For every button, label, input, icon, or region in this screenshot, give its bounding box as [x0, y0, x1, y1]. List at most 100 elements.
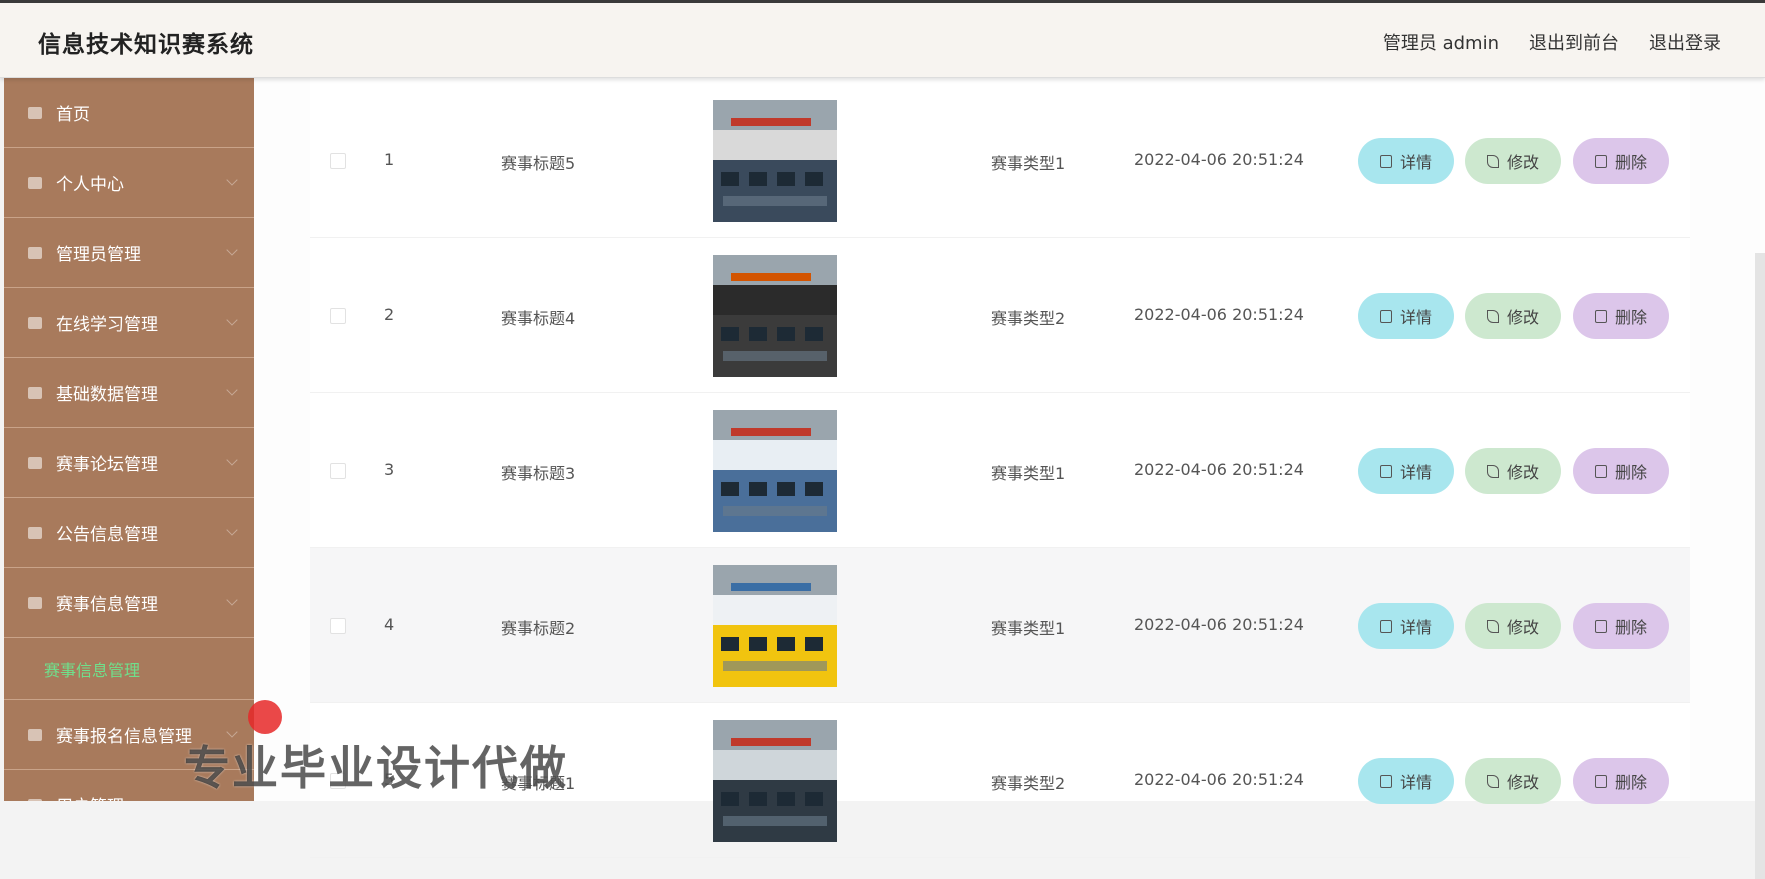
sidebar-item-home[interactable]: 首页	[4, 78, 254, 148]
pencil-icon	[1486, 154, 1499, 168]
row-type: 赛事类型1	[991, 464, 1066, 483]
document-icon	[1379, 619, 1392, 633]
detail-button[interactable]: 详情	[1358, 293, 1454, 339]
chevron-down-icon	[226, 244, 238, 256]
document-icon	[1379, 309, 1392, 323]
scrollbar[interactable]	[1755, 253, 1765, 879]
sidebar-item-label: 首页	[56, 105, 90, 125]
row-title: 赛事标题4	[501, 309, 576, 328]
detail-button-label: 详情	[1399, 308, 1432, 327]
cursor-highlight	[248, 700, 282, 734]
delete-button-label: 删除	[1614, 618, 1647, 637]
delete-button[interactable]: 删除	[1573, 448, 1669, 494]
grid-icon	[26, 315, 44, 331]
bell-icon	[26, 525, 44, 541]
row-title: 赛事标题5	[501, 154, 576, 173]
sidebar: 首页 个人中心 管理员管理 在线学习管理 基础数据管理 赛事论坛管理 公告信息管…	[4, 78, 254, 801]
row-time: 2022-04-06 20:51:24	[1134, 305, 1304, 324]
edit-button[interactable]: 修改	[1465, 603, 1561, 649]
event-thumbnail	[713, 565, 837, 687]
top-bar: 信息技术知识赛系统 管理员 admin 退出到前台 退出登录	[0, 0, 1765, 78]
table-row: 2 赛事标题4 赛事类型2 2022-04-06 20:51:24 详情 修改	[310, 238, 1690, 393]
edit-button-label: 修改	[1506, 618, 1539, 637]
chevron-up-icon	[226, 594, 238, 606]
detail-button[interactable]: 详情	[1358, 758, 1454, 804]
delete-button-label: 删除	[1614, 463, 1647, 482]
data-table: 1 赛事标题5 赛事类型1 2022-04-06 20:51:24 详情 修改	[310, 78, 1690, 858]
pencil-icon	[1486, 619, 1499, 633]
trash-icon	[1594, 464, 1607, 478]
chevron-down-icon	[226, 384, 238, 396]
sidebar-item-label: 赛事论坛管理	[56, 455, 158, 475]
trash-icon	[1594, 774, 1607, 788]
sidebar-item-notice[interactable]: 公告信息管理	[4, 498, 254, 568]
app-title: 信息技术知识赛系统	[38, 32, 254, 58]
row-title: 赛事标题2	[501, 619, 576, 638]
document-icon	[1379, 774, 1392, 788]
edit-button[interactable]: 修改	[1465, 138, 1561, 184]
pencil-icon	[1486, 774, 1499, 788]
sidebar-subitem-event-info[interactable]: 赛事信息管理	[4, 638, 254, 700]
chevron-down-icon	[226, 314, 238, 326]
detail-button[interactable]: 详情	[1358, 448, 1454, 494]
edit-button-label: 修改	[1506, 463, 1539, 482]
row-checkbox[interactable]	[330, 308, 346, 324]
user-icon	[26, 175, 44, 191]
sidebar-item-event-info[interactable]: 赛事信息管理	[4, 568, 254, 638]
delete-button-label: 删除	[1614, 153, 1647, 172]
row-time: 2022-04-06 20:51:24	[1134, 615, 1304, 634]
doc-icon	[26, 595, 44, 611]
row-type: 赛事类型2	[991, 309, 1066, 328]
event-thumbnail	[713, 720, 837, 842]
row-checkbox[interactable]	[330, 153, 346, 169]
sidebar-item-profile[interactable]: 个人中心	[4, 148, 254, 218]
table-row: 4 赛事标题2 赛事类型1 2022-04-06 20:51:24 详情 修改	[310, 548, 1690, 703]
top-links: 管理员 admin 退出到前台 退出登录	[1383, 29, 1721, 55]
forum-icon	[26, 455, 44, 471]
delete-button-label: 删除	[1614, 308, 1647, 327]
delete-button[interactable]: 删除	[1573, 758, 1669, 804]
sidebar-item-label: 个人中心	[56, 175, 124, 195]
document-icon	[1379, 464, 1392, 478]
edit-button[interactable]: 修改	[1465, 758, 1561, 804]
edit-button-label: 修改	[1506, 773, 1539, 792]
row-index: 1	[384, 150, 395, 169]
sidebar-item-online-learning[interactable]: 在线学习管理	[4, 288, 254, 358]
detail-button[interactable]: 详情	[1358, 138, 1454, 184]
sidebar-item-label: 基础数据管理	[56, 385, 158, 405]
users-icon	[26, 797, 44, 801]
sidebar-item-forum[interactable]: 赛事论坛管理	[4, 428, 254, 498]
detail-button-label: 详情	[1399, 618, 1432, 637]
sidebar-item-label: 公告信息管理	[56, 525, 158, 545]
row-checkbox[interactable]	[330, 618, 346, 634]
trash-icon	[1594, 309, 1607, 323]
sidebar-item-basic-data[interactable]: 基础数据管理	[4, 358, 254, 428]
form-icon	[26, 727, 44, 743]
delete-button[interactable]: 删除	[1573, 293, 1669, 339]
pencil-icon	[1486, 309, 1499, 323]
delete-button[interactable]: 删除	[1573, 138, 1669, 184]
row-index: 2	[384, 305, 395, 324]
logout-link[interactable]: 退出登录	[1649, 29, 1721, 55]
row-type: 赛事类型1	[991, 154, 1066, 173]
event-thumbnail	[713, 100, 837, 222]
detail-button-label: 详情	[1399, 463, 1432, 482]
sidebar-item-label: 管理员管理	[56, 245, 141, 265]
row-index: 4	[384, 615, 395, 634]
back-to-front-link[interactable]: 退出到前台	[1529, 29, 1619, 55]
row-checkbox[interactable]	[330, 463, 346, 479]
chevron-down-icon	[226, 524, 238, 536]
sidebar-item-admin[interactable]: 管理员管理	[4, 218, 254, 288]
edit-button-label: 修改	[1506, 153, 1539, 172]
admin-label[interactable]: 管理员 admin	[1383, 29, 1499, 55]
edit-button[interactable]: 修改	[1465, 293, 1561, 339]
edit-button[interactable]: 修改	[1465, 448, 1561, 494]
event-thumbnail	[713, 255, 837, 377]
sidebar-item-label: 赛事报名信息管理	[56, 727, 192, 747]
delete-button[interactable]: 删除	[1573, 603, 1669, 649]
detail-button[interactable]: 详情	[1358, 603, 1454, 649]
watermark: 专业毕业设计代做	[184, 741, 568, 795]
event-thumbnail	[713, 410, 837, 532]
edit-button-label: 修改	[1506, 308, 1539, 327]
trash-icon	[1594, 154, 1607, 168]
